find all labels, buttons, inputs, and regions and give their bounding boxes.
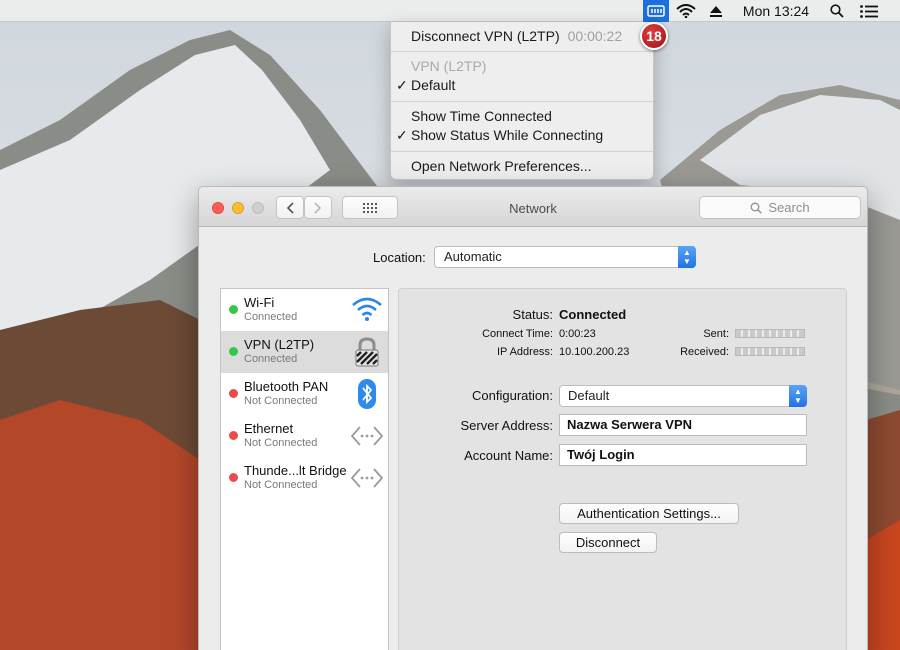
service-status: Not Connected (244, 479, 318, 491)
menu-item-show-status-while-connecting[interactable]: ✓ Show Status While Connecting (391, 126, 653, 145)
show-all-button[interactable] (342, 196, 398, 219)
server-address-field[interactable]: Nazwa Serwera VPN (559, 414, 807, 436)
eject-icon[interactable] (706, 0, 726, 22)
menu-item-show-status-label: Show Status While Connecting (411, 127, 604, 143)
service-name: Wi-Fi (244, 295, 275, 310)
service-status: Connected (244, 353, 298, 365)
notification-center-icon[interactable] (856, 0, 882, 22)
vpn-status-icon[interactable] (643, 0, 669, 22)
menu-item-timer: 00:00:22 (567, 28, 623, 44)
menu-item-disconnect-label: Disconnect VPN (L2TP) (411, 28, 560, 44)
connect-time-value: 0:00:23 (559, 328, 596, 340)
menu-separator (391, 151, 653, 152)
wifi-icon (352, 297, 382, 321)
menu-item-default-config[interactable]: ✓ Default (391, 76, 653, 95)
service-status: Not Connected (244, 437, 318, 449)
server-address-label: Server Address: (460, 418, 554, 433)
thunderbolt-bridge-icon (351, 468, 383, 488)
configuration-value: Default (568, 388, 610, 403)
back-button[interactable] (276, 196, 304, 219)
sent-label: Sent: (703, 328, 729, 340)
vpn-detail-panel: Status: Connected Connect Time: 0:00:23 … (398, 288, 847, 650)
menu-separator (391, 51, 653, 52)
status-dot-not-connected (229, 389, 238, 398)
service-name: VPN (L2TP) (244, 337, 315, 352)
location-value: Automatic (444, 249, 502, 264)
search-field[interactable]: Search (699, 196, 861, 219)
search-placeholder: Search (768, 200, 810, 215)
wifi-icon[interactable] (674, 0, 698, 22)
account-name-label: Account Name: (464, 448, 553, 463)
bluetooth-icon (358, 379, 376, 409)
status-label: Status: (512, 307, 553, 322)
status-dot-connected (229, 347, 238, 356)
service-status: Connected (244, 311, 298, 323)
service-item-vpn[interactable]: VPN (L2TP) Connected (221, 331, 388, 373)
disconnect-button[interactable]: Disconnect (559, 532, 657, 553)
configuration-select[interactable]: Default ▲ ▼ (559, 385, 807, 407)
window-titlebar: Network Search (199, 187, 867, 227)
status-dot-not-connected (229, 473, 238, 482)
service-item-wifi[interactable]: Wi-Fi Connected (221, 289, 388, 331)
chevron-left-icon (286, 201, 294, 214)
menu-separator (391, 101, 653, 102)
menu-section-header-vpn: VPN (L2TP) (411, 58, 487, 74)
sent-activity-meter (735, 329, 805, 338)
popup-arrows-icon: ▲ ▼ (678, 246, 696, 268)
connect-time-label: Connect Time: (482, 328, 553, 340)
checkmark-icon: ✓ (396, 77, 408, 93)
authentication-settings-button[interactable]: Authentication Settings... (559, 503, 739, 524)
service-name: Bluetooth PAN (244, 379, 329, 394)
received-activity-meter (735, 347, 805, 356)
menu-item-open-network-preferences[interactable]: Open Network Preferences... (391, 157, 653, 176)
service-name: Ethernet (244, 421, 294, 436)
service-item-bluetooth-pan[interactable]: Bluetooth PAN Not Connected (221, 373, 388, 415)
grid-icon (363, 202, 377, 213)
network-preferences-window: Network Search Location: Automatic ▲ ▼ Wi… (198, 186, 868, 650)
location-label: Location: (373, 250, 426, 265)
menu-item-disconnect-vpn[interactable]: Disconnect VPN (L2TP) 00:00:22 (391, 27, 653, 46)
menu-bar: Mon 13:24 (0, 0, 900, 22)
location-select[interactable]: Automatic ▲ ▼ (434, 246, 696, 268)
ip-address-label: IP Address: (496, 346, 553, 358)
menu-bar-clock[interactable]: Mon 13:24 (736, 0, 816, 22)
step-number-badge: 18 (640, 22, 668, 50)
ip-address-value: 10.100.200.23 (559, 346, 630, 358)
service-item-thunderbolt-bridge[interactable]: Thunde...lt Bridge Not Connected (221, 457, 388, 499)
vpn-dropdown-menu: Disconnect VPN (L2TP) 00:00:22 VPN (L2TP)… (390, 22, 654, 180)
service-status: Not Connected (244, 395, 318, 407)
vpn-lock-icon (355, 337, 379, 367)
status-dot-not-connected (229, 431, 238, 440)
minimize-window-button[interactable] (232, 202, 244, 214)
forward-button[interactable] (304, 196, 332, 219)
search-icon (750, 202, 763, 214)
received-label: Received: (680, 346, 729, 358)
status-value: Connected (559, 307, 627, 322)
configuration-label: Configuration: (472, 388, 553, 403)
menu-item-default-label: Default (411, 77, 456, 93)
menu-item-show-time-connected[interactable]: Show Time Connected (391, 107, 653, 126)
spotlight-search-icon[interactable] (826, 0, 848, 22)
network-service-list: Wi-Fi Connected VPN (L2TP) Connected Blu… (220, 288, 389, 650)
close-window-button[interactable] (212, 202, 224, 214)
ethernet-icon (351, 426, 383, 446)
checkmark-icon: ✓ (396, 127, 408, 143)
service-item-ethernet[interactable]: Ethernet Not Connected (221, 415, 388, 457)
status-dot-connected (229, 305, 238, 314)
chevron-right-icon (314, 201, 322, 214)
zoom-window-button[interactable] (252, 202, 264, 214)
account-name-field[interactable]: Twój Login (559, 444, 807, 466)
popup-arrows-icon: ▲ ▼ (789, 385, 807, 407)
service-name: Thunde...lt Bridge (244, 463, 347, 478)
